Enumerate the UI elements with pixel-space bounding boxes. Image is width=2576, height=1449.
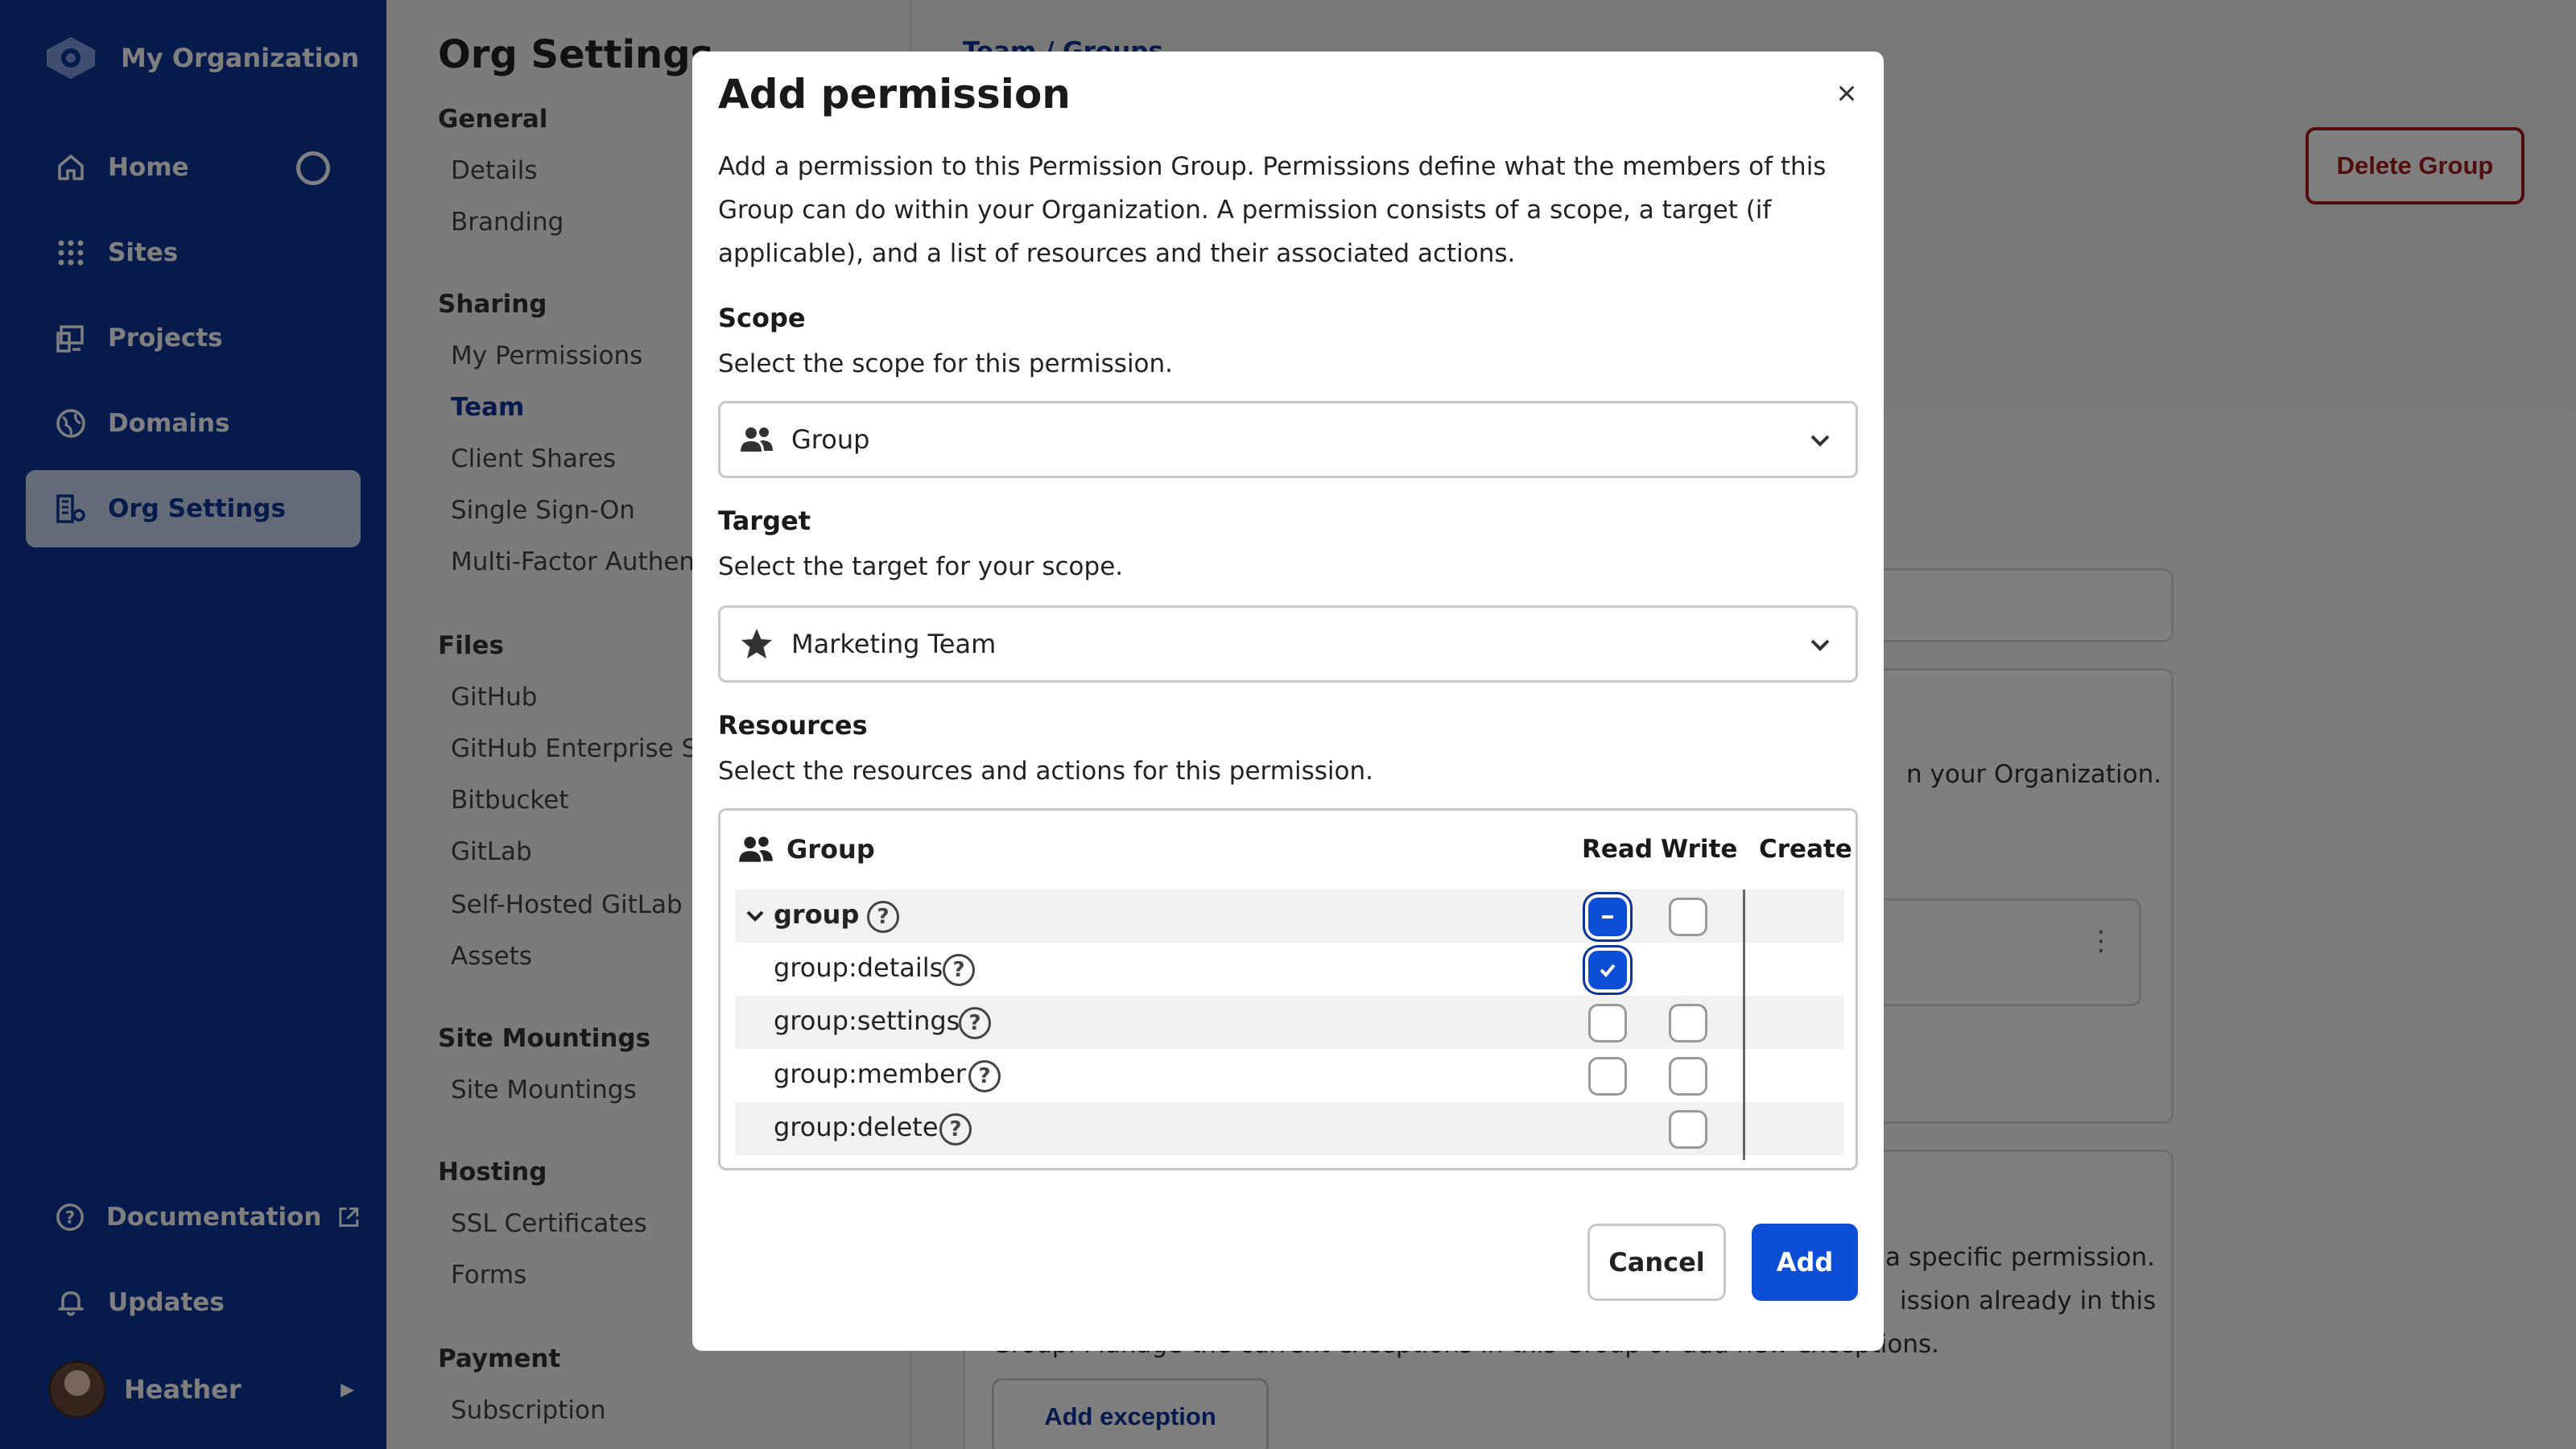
chevron-down-icon[interactable]	[741, 902, 769, 930]
column-header-create: Create	[1759, 835, 1852, 864]
help-icon[interactable]: ?	[939, 1113, 972, 1146]
help-icon[interactable]: ?	[867, 901, 899, 933]
scope-select[interactable]: Group	[718, 401, 1858, 478]
help-icon[interactable]: ?	[968, 1060, 1001, 1092]
checkbox-delete-write[interactable]	[1669, 1110, 1707, 1149]
resource-label: group:details	[774, 952, 943, 983]
minus-icon	[1602, 915, 1613, 919]
modal-description: Add a permission to this Permission Grou…	[718, 152, 1827, 268]
column-header-read: Read	[1582, 835, 1653, 864]
table-row: group:delete ?	[735, 1102, 1844, 1155]
add-permission-modal: Add permission × Add a permission to thi…	[692, 52, 1884, 1351]
resources-table: Group Read Write Create group ? group:de…	[718, 808, 1858, 1170]
scope-value: Group	[791, 424, 870, 455]
resources-group-title: Group	[786, 834, 875, 865]
checkbox-member-write[interactable]	[1669, 1057, 1707, 1096]
target-value: Marketing Team	[791, 629, 997, 659]
checkbox-member-read[interactable]	[1588, 1057, 1627, 1096]
users-icon	[741, 427, 773, 452]
help-icon[interactable]: ?	[943, 954, 975, 986]
table-row: group:settings ?	[735, 996, 1844, 1049]
checkbox-group-read[interactable]	[1588, 898, 1627, 936]
resource-label: group:delete	[774, 1112, 939, 1142]
checkbox-settings-read[interactable]	[1588, 1004, 1627, 1042]
resource-label: group	[774, 899, 860, 930]
target-hint: Select the target for your scope.	[718, 552, 1124, 581]
table-row: group:member ?	[735, 1049, 1844, 1102]
chevron-down-icon	[1810, 435, 1830, 447]
modal-title: Add permission	[718, 71, 1071, 118]
resources-group-header: Group	[737, 830, 875, 869]
table-row: group:details ?	[735, 943, 1844, 996]
resources-label: Resources	[718, 710, 868, 741]
resource-label: group:member	[774, 1059, 966, 1089]
close-icon[interactable]: ×	[1826, 72, 1868, 114]
users-icon	[739, 836, 773, 862]
checkbox-settings-write[interactable]	[1669, 1004, 1707, 1042]
target-label: Target	[718, 506, 811, 536]
scope-hint: Select the scope for this permission.	[718, 349, 1174, 378]
checkbox-group-write[interactable]	[1669, 898, 1707, 936]
star-icon	[741, 629, 772, 658]
checkbox-details-read[interactable]	[1588, 951, 1627, 989]
resource-label: group:settings	[774, 1005, 960, 1036]
chevron-down-icon	[1810, 639, 1830, 651]
column-divider	[1743, 890, 1745, 1160]
help-icon[interactable]: ?	[959, 1007, 991, 1039]
table-row: group ?	[735, 890, 1844, 943]
resources-hint: Select the resources and actions for thi…	[718, 757, 1373, 786]
cancel-button[interactable]: Cancel	[1587, 1224, 1726, 1301]
scope-label: Scope	[718, 303, 806, 333]
add-button[interactable]: Add	[1752, 1224, 1858, 1301]
column-header-write: Write	[1661, 835, 1738, 864]
target-select[interactable]: Marketing Team	[718, 605, 1858, 683]
check-icon	[1600, 964, 1616, 977]
